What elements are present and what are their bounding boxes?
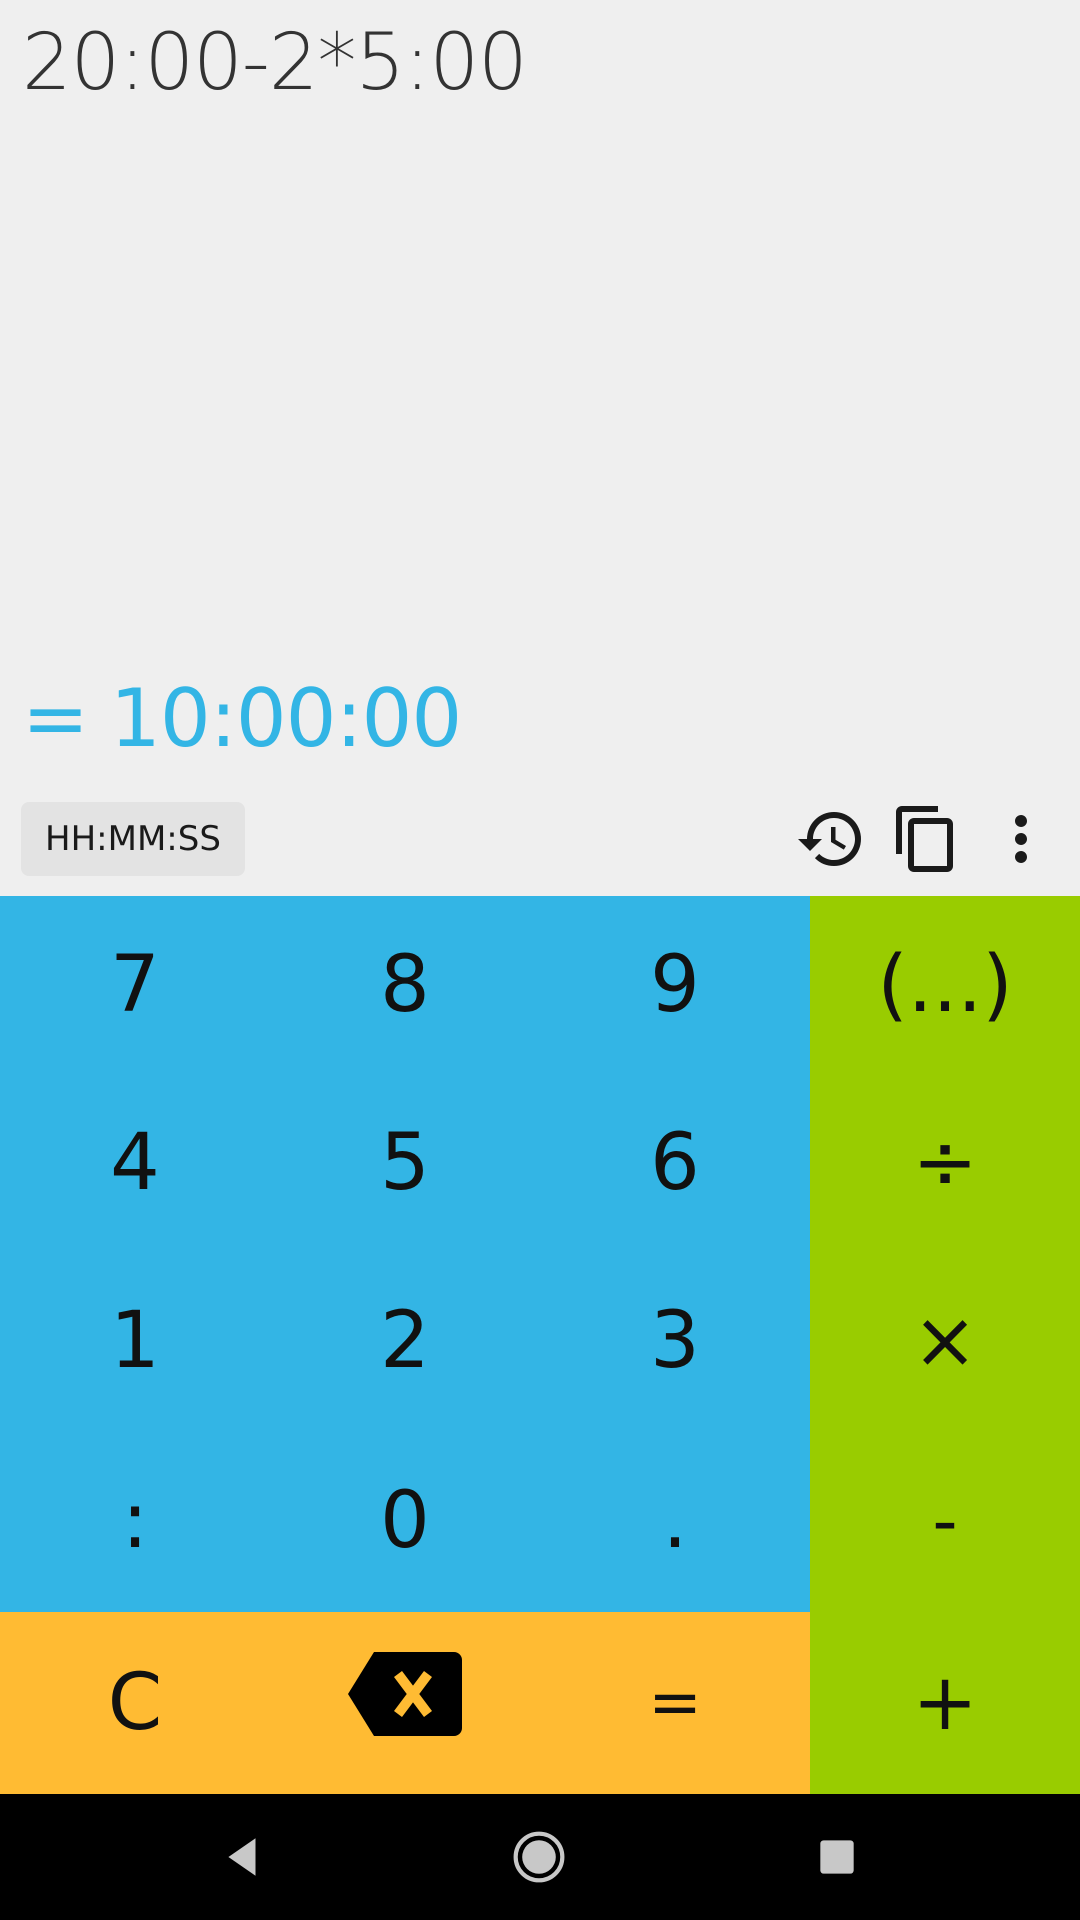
digit-0-key[interactable]: 0 — [270, 1430, 540, 1612]
home-icon[interactable] — [504, 1822, 574, 1892]
key-label: 2 — [380, 1296, 430, 1386]
key-label: ÷ — [912, 1118, 978, 1208]
recents-icon[interactable] — [802, 1822, 872, 1892]
multiply-key[interactable]: × — [810, 1252, 1080, 1430]
expression-display[interactable]: 20:00-2*5:00 — [22, 18, 528, 108]
equals-key[interactable]: = — [540, 1612, 810, 1794]
key-label: C — [107, 1658, 163, 1748]
divide-key[interactable]: ÷ — [810, 1074, 1080, 1252]
navigation-bar — [0, 1794, 1080, 1920]
backspace-key[interactable] — [270, 1612, 540, 1794]
key-label: × — [912, 1296, 978, 1386]
digit-4-key[interactable]: 4 — [0, 1074, 270, 1252]
key-label: (...) — [877, 940, 1013, 1030]
result-display[interactable]: = 10:00:00 — [22, 672, 462, 765]
keypad: 7 8 9 (...) 4 5 6 ÷ 1 2 3 ×: 0. - C = + — [0, 896, 1080, 1794]
key-label: + — [912, 1658, 978, 1748]
digit-5-key[interactable]: 5 — [270, 1074, 540, 1252]
history-icon[interactable] — [792, 800, 870, 878]
key-label: 5 — [380, 1118, 430, 1208]
back-icon[interactable] — [208, 1822, 278, 1892]
key-label: 4 — [110, 1118, 160, 1208]
clear-key[interactable]: C — [0, 1612, 270, 1794]
key-label: 7 — [110, 940, 160, 1030]
result-value: 10:00:00 — [110, 672, 462, 765]
copy-icon[interactable] — [887, 800, 965, 878]
key-label: = — [648, 1666, 702, 1740]
key-label: : — [121, 1476, 149, 1566]
digit-9-key[interactable]: 9 — [540, 896, 810, 1074]
key-label: 1 — [110, 1296, 160, 1386]
colon-key[interactable]: : — [0, 1430, 270, 1612]
more-vert-icon[interactable] — [982, 800, 1060, 878]
decimal-key[interactable]: . — [540, 1430, 810, 1612]
digit-8-key[interactable]: 8 — [270, 896, 540, 1074]
result-equals-sign: = — [22, 672, 89, 765]
digit-1-key[interactable]: 1 — [0, 1252, 270, 1430]
display-area: 20:00-2*5:00 = 10:00:00 HH:MM:SS — [0, 0, 1080, 896]
backspace-icon — [346, 1650, 464, 1757]
parentheses-key[interactable]: (...) — [810, 896, 1080, 1074]
key-label: 3 — [650, 1296, 700, 1386]
digit-3-key[interactable]: 3 — [540, 1252, 810, 1430]
minus-key[interactable]: - — [810, 1430, 1080, 1612]
key-label: . — [662, 1476, 688, 1566]
key-label: 0 — [380, 1476, 430, 1566]
digit-6-key[interactable]: 6 — [540, 1074, 810, 1252]
digit-7-key[interactable]: 7 — [0, 896, 270, 1074]
plus-key[interactable]: + — [810, 1612, 1080, 1794]
key-label: 8 — [380, 940, 430, 1030]
key-label: 6 — [650, 1118, 700, 1208]
digit-2-key[interactable]: 2 — [270, 1252, 540, 1430]
key-label: 9 — [650, 940, 700, 1030]
key-label: - — [932, 1480, 958, 1562]
format-toggle-button[interactable]: HH:MM:SS — [21, 802, 245, 876]
